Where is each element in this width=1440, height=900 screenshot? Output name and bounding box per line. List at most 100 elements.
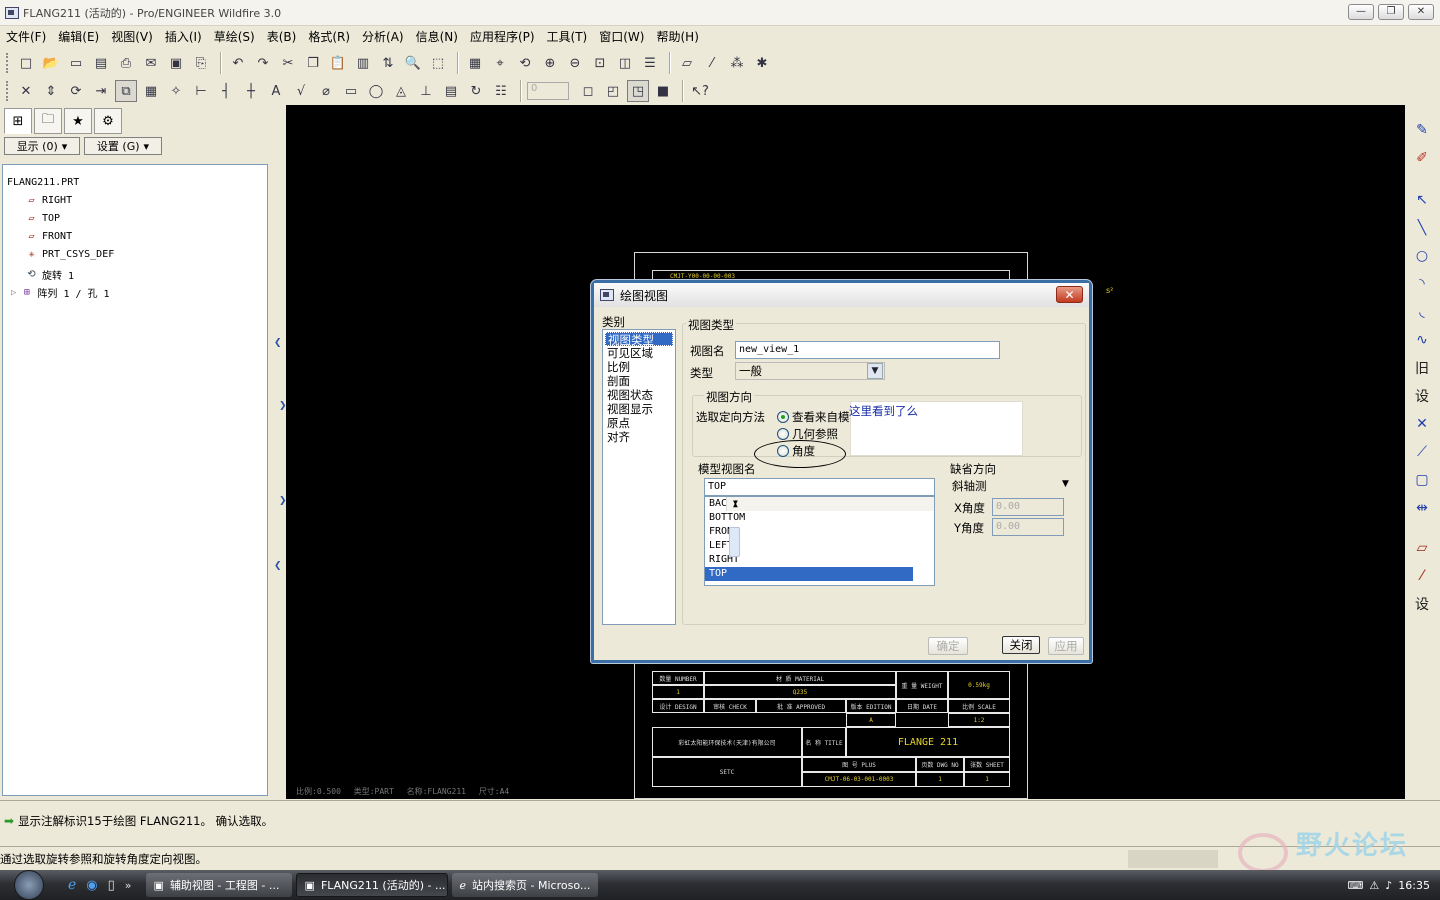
- collapse-left-icon[interactable]: ❮: [274, 338, 282, 348]
- start-button[interactable]: [14, 870, 44, 900]
- datum-planes-icon[interactable]: ▱: [676, 52, 698, 74]
- volume-icon[interactable]: ♪: [1385, 879, 1392, 892]
- menu-file[interactable]: 文件(F): [6, 28, 46, 45]
- toolbar-grip[interactable]: [6, 81, 9, 101]
- scroll-down-icon[interactable]: ▼: [729, 496, 937, 510]
- tree-item-right[interactable]: ▱ RIGHT: [25, 195, 72, 206]
- trim-icon[interactable]: ✕: [1411, 413, 1433, 435]
- selection-filter[interactable]: [1128, 850, 1218, 868]
- move-icon[interactable]: ⇥: [90, 80, 112, 102]
- paste-icon[interactable]: 📋: [327, 52, 349, 74]
- clock[interactable]: 16:35: [1398, 879, 1430, 892]
- keyboard-icon[interactable]: ⌨: [1348, 879, 1364, 892]
- desktop-icon[interactable]: ▯: [108, 878, 115, 893]
- tree-item-csys[interactable]: ✳ PRT_CSYS_DEF: [25, 249, 114, 260]
- ref-dim-icon[interactable]: ┼: [240, 80, 262, 102]
- send-mail-icon[interactable]: ✉: [140, 52, 162, 74]
- orient-mode-icon[interactable]: ⟲: [514, 52, 536, 74]
- datum-axes-icon[interactable]: ⁄: [701, 52, 723, 74]
- folder-browser-tab[interactable]: 🗀: [34, 108, 62, 134]
- favorites-tab[interactable]: ★: [64, 108, 92, 134]
- scroll-thumb[interactable]: [729, 527, 740, 557]
- x-angle-input[interactable]: 0.00: [992, 498, 1064, 516]
- update-icon[interactable]: ↻: [465, 80, 487, 102]
- rectangle-icon[interactable]: ▢: [1411, 469, 1433, 491]
- reorient-icon[interactable]: ◫: [614, 52, 636, 74]
- minimize-button[interactable]: —: [1348, 4, 1374, 20]
- edit-tool-icon[interactable]: ✐: [1411, 147, 1433, 169]
- menu-format[interactable]: 格式(R): [308, 28, 350, 45]
- cut-icon[interactable]: ✂: [277, 52, 299, 74]
- browser-icon[interactable]: ◉: [86, 878, 97, 893]
- redo-icon[interactable]: ↷: [252, 52, 274, 74]
- maximize-button[interactable]: ❐: [1378, 4, 1404, 20]
- tree-item-root[interactable]: FLANG211.PRT: [7, 177, 79, 188]
- apply-button[interactable]: 应用: [1048, 637, 1084, 655]
- category-view-type[interactable]: 视图类型: [605, 332, 673, 347]
- select-arrow-icon[interactable]: ↖: [1411, 189, 1433, 211]
- category-visible-area[interactable]: 可见区域: [603, 346, 675, 360]
- settings-dropdown[interactable]: 设置 (G) ▾: [84, 137, 162, 155]
- menu-analysis[interactable]: 分析(A): [362, 28, 404, 45]
- zoom-in-icon[interactable]: ⊕: [539, 52, 561, 74]
- symbol-icon[interactable]: ◬: [390, 80, 412, 102]
- wireframe-icon[interactable]: ◻: [577, 80, 599, 102]
- scale-input[interactable]: 0: [527, 82, 569, 100]
- quicklaunch-more-icon[interactable]: »: [125, 879, 132, 892]
- type-select[interactable]: 一般: [735, 362, 885, 380]
- tree-item-pattern[interactable]: ▷ ⊞ 阵列 1 / 孔 1: [11, 285, 110, 300]
- tree-item-front[interactable]: ▱ FRONT: [25, 231, 72, 242]
- model-tree-tab[interactable]: ⊞: [4, 108, 32, 134]
- paste-special-icon[interactable]: ▥: [352, 52, 374, 74]
- layers-icon[interactable]: ☰: [639, 52, 661, 74]
- ok-button[interactable]: 确定: [928, 637, 968, 655]
- chevron-down-icon[interactable]: ▼: [1062, 479, 1069, 489]
- toolbar-grip[interactable]: [6, 53, 9, 73]
- spline-icon[interactable]: ∿: [1411, 329, 1433, 351]
- default-orient-select[interactable]: 斜轴测: [952, 478, 987, 494]
- category-origin[interactable]: 原点: [603, 416, 675, 430]
- regenerate-icon[interactable]: ⇅: [377, 52, 399, 74]
- circle-icon[interactable]: ○: [1411, 245, 1433, 267]
- chevron-down-icon[interactable]: ▼: [867, 363, 883, 379]
- panel-splitter[interactable]: ❮ ❯ ❯ ❮: [272, 106, 287, 800]
- close-dialog-button[interactable]: 关闭: [1002, 636, 1040, 654]
- repaint-icon[interactable]: ▦: [464, 52, 486, 74]
- spin-center-icon[interactable]: ⌖: [489, 52, 511, 74]
- menu-insert[interactable]: 插入(I): [165, 28, 202, 45]
- menu-info[interactable]: 信息(N): [416, 28, 458, 45]
- view-list-item-selected[interactable]: TOP: [705, 567, 913, 581]
- context-help-icon[interactable]: ↖?: [689, 80, 711, 102]
- geom-tol-icon[interactable]: ⌀: [315, 80, 337, 102]
- menu-sketch[interactable]: 草绘(S): [214, 28, 255, 45]
- refresh-icon[interactable]: ⟳: [65, 80, 87, 102]
- view-list-item[interactable]: BOTTOM: [705, 511, 913, 525]
- datum-axis-icon[interactable]: ⁄: [1411, 565, 1433, 587]
- menu-tools[interactable]: 工具(T): [547, 28, 588, 45]
- construction-icon[interactable]: 旧: [1411, 357, 1433, 379]
- menu-window[interactable]: 窗口(W): [599, 28, 644, 45]
- csys-display-icon[interactable]: ✱: [751, 52, 773, 74]
- radio-view-from-model[interactable]: 查看来自模: [777, 409, 850, 425]
- export-icon[interactable]: ▣: [165, 52, 187, 74]
- view-name-input[interactable]: new_view_1: [735, 341, 1000, 359]
- dimension-icon[interactable]: ⊢: [190, 80, 212, 102]
- line-icon[interactable]: ╲: [1411, 217, 1433, 239]
- y-angle-input[interactable]: 0.00: [992, 518, 1064, 536]
- ie-icon[interactable]: ℯ: [68, 877, 76, 893]
- axis-icon[interactable]: ⊥: [415, 80, 437, 102]
- category-section[interactable]: 剖面: [603, 374, 675, 388]
- table-grid-icon[interactable]: ▤: [440, 80, 462, 102]
- category-view-state[interactable]: 视图状态: [603, 388, 675, 402]
- table-icon[interactable]: ▦: [140, 80, 162, 102]
- menu-table[interactable]: 表(B): [267, 28, 297, 45]
- fillet-icon[interactable]: ◟: [1411, 301, 1433, 323]
- lock-view-icon[interactable]: ⧉: [115, 80, 137, 102]
- tree-item-top[interactable]: ▱ TOP: [25, 213, 60, 224]
- close-button[interactable]: ✕: [1408, 4, 1434, 20]
- menu-applications[interactable]: 应用程序(P): [470, 28, 535, 45]
- settings-icon[interactable]: 设: [1411, 593, 1433, 615]
- settings-icon[interactable]: 设: [1411, 385, 1433, 407]
- copy-icon[interactable]: ❐: [302, 52, 324, 74]
- network-icon[interactable]: ⚠: [1369, 879, 1379, 892]
